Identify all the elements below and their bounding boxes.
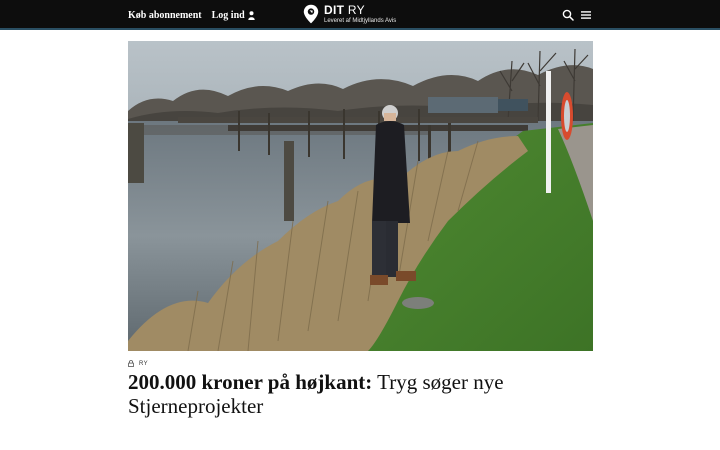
location-pin-icon [303, 4, 319, 24]
login-label: Log ind [211, 9, 245, 21]
account-links: Køb abonnement Log ind [128, 0, 255, 30]
brand-name: DIT RY [324, 3, 365, 17]
article-headline[interactable]: 200.000 kroner på højkant: Tryg søger ny… [128, 370, 598, 418]
article-hero-image[interactable] [128, 41, 593, 351]
user-icon [248, 10, 255, 20]
article-meta: RY [128, 360, 148, 367]
site-logo[interactable]: DIT RY Leveret af Midtjyllands Avis [303, 4, 396, 24]
login-link[interactable]: Log ind [212, 10, 255, 21]
headline-kicker: 200.000 kroner på højkant: [128, 370, 373, 394]
brand-tagline: Leveret af Midtjyllands Avis [324, 18, 397, 24]
section-label[interactable]: RY [139, 361, 148, 367]
subscribe-link[interactable]: Køb abonnement [128, 10, 202, 21]
header-actions [562, 0, 592, 30]
search-icon[interactable] [562, 9, 574, 21]
menu-icon[interactable] [580, 9, 592, 21]
lock-icon [128, 360, 134, 367]
brand-text: DIT RY Leveret af Midtjyllands Avis [324, 4, 396, 24]
top-navigation-bar: Køb abonnement Log ind DIT RY Leveret af… [0, 0, 720, 30]
